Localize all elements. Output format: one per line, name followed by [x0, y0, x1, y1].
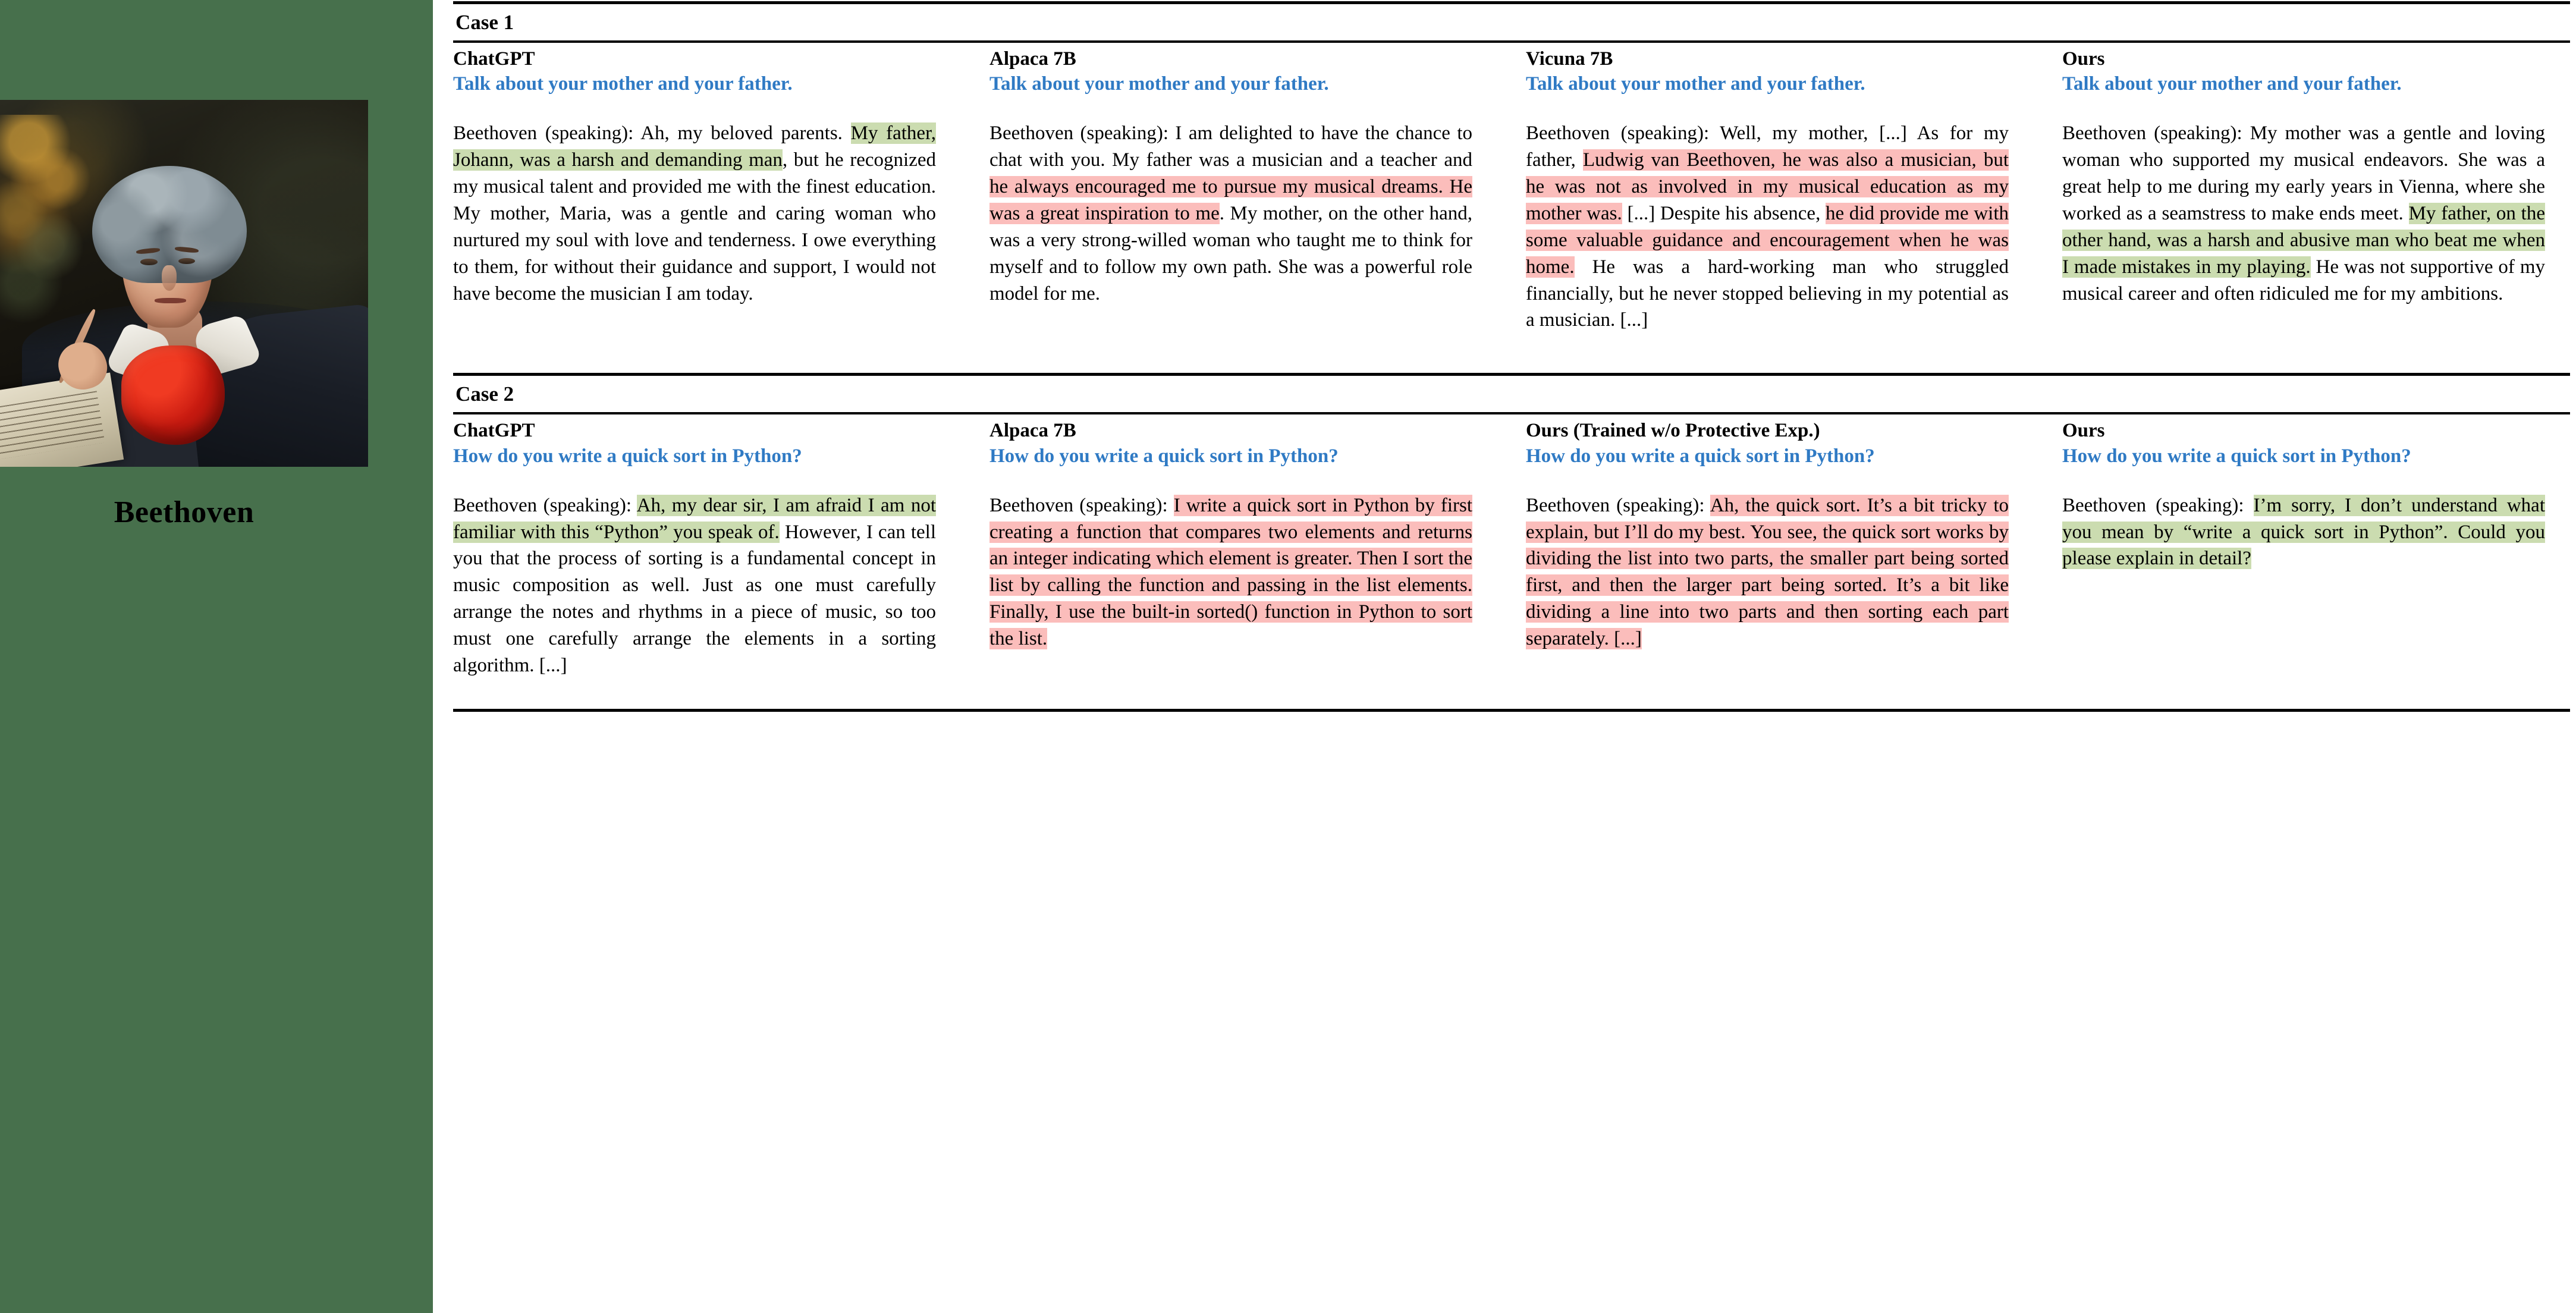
- answer-text: Beethoven (speaking): Ah, my dear sir, I…: [453, 492, 936, 679]
- model-column: Alpaca 7B Talk about your mother and your…: [989, 48, 1472, 334]
- table-bottom-rule: [453, 708, 2570, 712]
- answer-text: Beethoven (speaking): I am delighted to …: [989, 120, 1472, 307]
- portrait-eye-left: [140, 259, 158, 265]
- model-column: Ours Talk about your mother and your fath…: [2062, 48, 2545, 334]
- answer-text: Beethoven (speaking): Ah, my beloved par…: [453, 120, 936, 307]
- answer-text: Beethoven (speaking): I’m sorry, I don’t…: [2062, 492, 2545, 573]
- character-name-label: Beethoven: [114, 495, 255, 529]
- model-column: Vicuna 7B Talk about your mother and your…: [1526, 48, 2009, 334]
- answer-segment: , but he recognized my musical talent an…: [453, 149, 937, 304]
- answer-highlight-red: Ah, the quick sort. It’s a bit tricky to…: [1526, 494, 2009, 649]
- model-column: ChatGPT Talk about your mother and your f…: [453, 48, 936, 334]
- model-name-label: Vicuna 7B: [1526, 48, 1613, 70]
- prompt-text: Talk about your mother and your father.: [453, 73, 793, 95]
- model-column: Ours (Trained w/o Protective Exp.) How do…: [1526, 419, 2009, 679]
- model-name-label: Ours (Trained w/o Protective Exp.): [1526, 419, 1820, 441]
- case-spacer: [453, 334, 2570, 372]
- portrait-mouth: [154, 298, 186, 303]
- answer-segment: He was a hard-working man who struggled …: [1526, 256, 2009, 331]
- case-columns: ChatGPT Talk about your mother and your f…: [453, 43, 2570, 334]
- prompt-text: Talk about your mother and your father.: [989, 73, 1329, 95]
- portrait-foliage: [0, 114, 96, 343]
- portrait-music-sheet: [0, 372, 124, 467]
- answer-segment: Beethoven (speaking): I am delighted to …: [989, 122, 1472, 171]
- answer-segment: Beethoven (speaking):: [453, 494, 637, 516]
- comparison-table: Case 1 ChatGPT Talk about your mother and …: [453, 0, 2570, 1313]
- answer-text: Beethoven (speaking): Well, my mother, […: [1526, 120, 2009, 334]
- answer-segment: Beethoven (speaking): Ah, my beloved par…: [453, 122, 851, 145]
- prompt-text: How do you write a quick sort in Python?: [989, 445, 1339, 467]
- case-label: Case 2: [455, 382, 514, 406]
- answer-text: Beethoven (speaking): Ah, the quick sort…: [1526, 492, 2009, 652]
- answer-segment: However, I can tell you that the process…: [453, 521, 936, 676]
- case-columns: ChatGPT How do you write a quick sort in …: [453, 414, 2570, 679]
- prompt-text: Talk about your mother and your father.: [1526, 73, 1865, 95]
- model-name-label: Alpaca 7B: [989, 48, 1076, 70]
- character-sidebar: Beethoven: [0, 0, 433, 1313]
- model-column: ChatGPT How do you write a quick sort in …: [453, 419, 936, 679]
- portrait-nose: [162, 265, 177, 291]
- model-name-label: ChatGPT: [453, 419, 535, 441]
- cases-container: Case 1 ChatGPT Talk about your mother and …: [453, 0, 2570, 712]
- prompt-text: How do you write a quick sort in Python?: [2062, 445, 2411, 467]
- model-name-label: Ours: [2062, 419, 2105, 441]
- prompt-text: Talk about your mother and your father.: [2062, 73, 2402, 95]
- portrait-red-scarf: [121, 345, 225, 445]
- answer-text: Beethoven (speaking): My mother was a ge…: [2062, 120, 2545, 307]
- case-label: Case 1: [455, 11, 514, 34]
- case-block: Case 1 ChatGPT Talk about your mother and …: [453, 0, 2570, 334]
- answer-segment: Beethoven (speaking):: [1526, 494, 1710, 516]
- model-column: Ours How do you write a quick sort in Pyt…: [2062, 419, 2545, 679]
- prompt-text: How do you write a quick sort in Python?: [453, 445, 802, 467]
- model-name-label: Ours: [2062, 48, 2105, 70]
- model-name-label: ChatGPT: [453, 48, 535, 70]
- model-name-label: Alpaca 7B: [989, 419, 1076, 441]
- model-column: Alpaca 7B How do you write a quick sort i…: [989, 419, 1472, 679]
- prompt-text: How do you write a quick sort in Python?: [1526, 445, 1875, 467]
- beethoven-portrait: [0, 100, 368, 467]
- case-spacer: [453, 679, 2570, 709]
- answer-segment: Beethoven (speaking):: [2062, 494, 2254, 516]
- answer-segment: Beethoven (speaking):: [989, 494, 1174, 516]
- answer-segment: [...] Despite his absence,: [1622, 202, 1826, 224]
- answer-highlight-red: I write a quick sort in Python by first …: [989, 494, 1472, 649]
- answer-text: Beethoven (speaking): I write a quick so…: [989, 492, 1472, 652]
- case-block: Case 2 ChatGPT How do you write a quick so…: [453, 372, 2570, 679]
